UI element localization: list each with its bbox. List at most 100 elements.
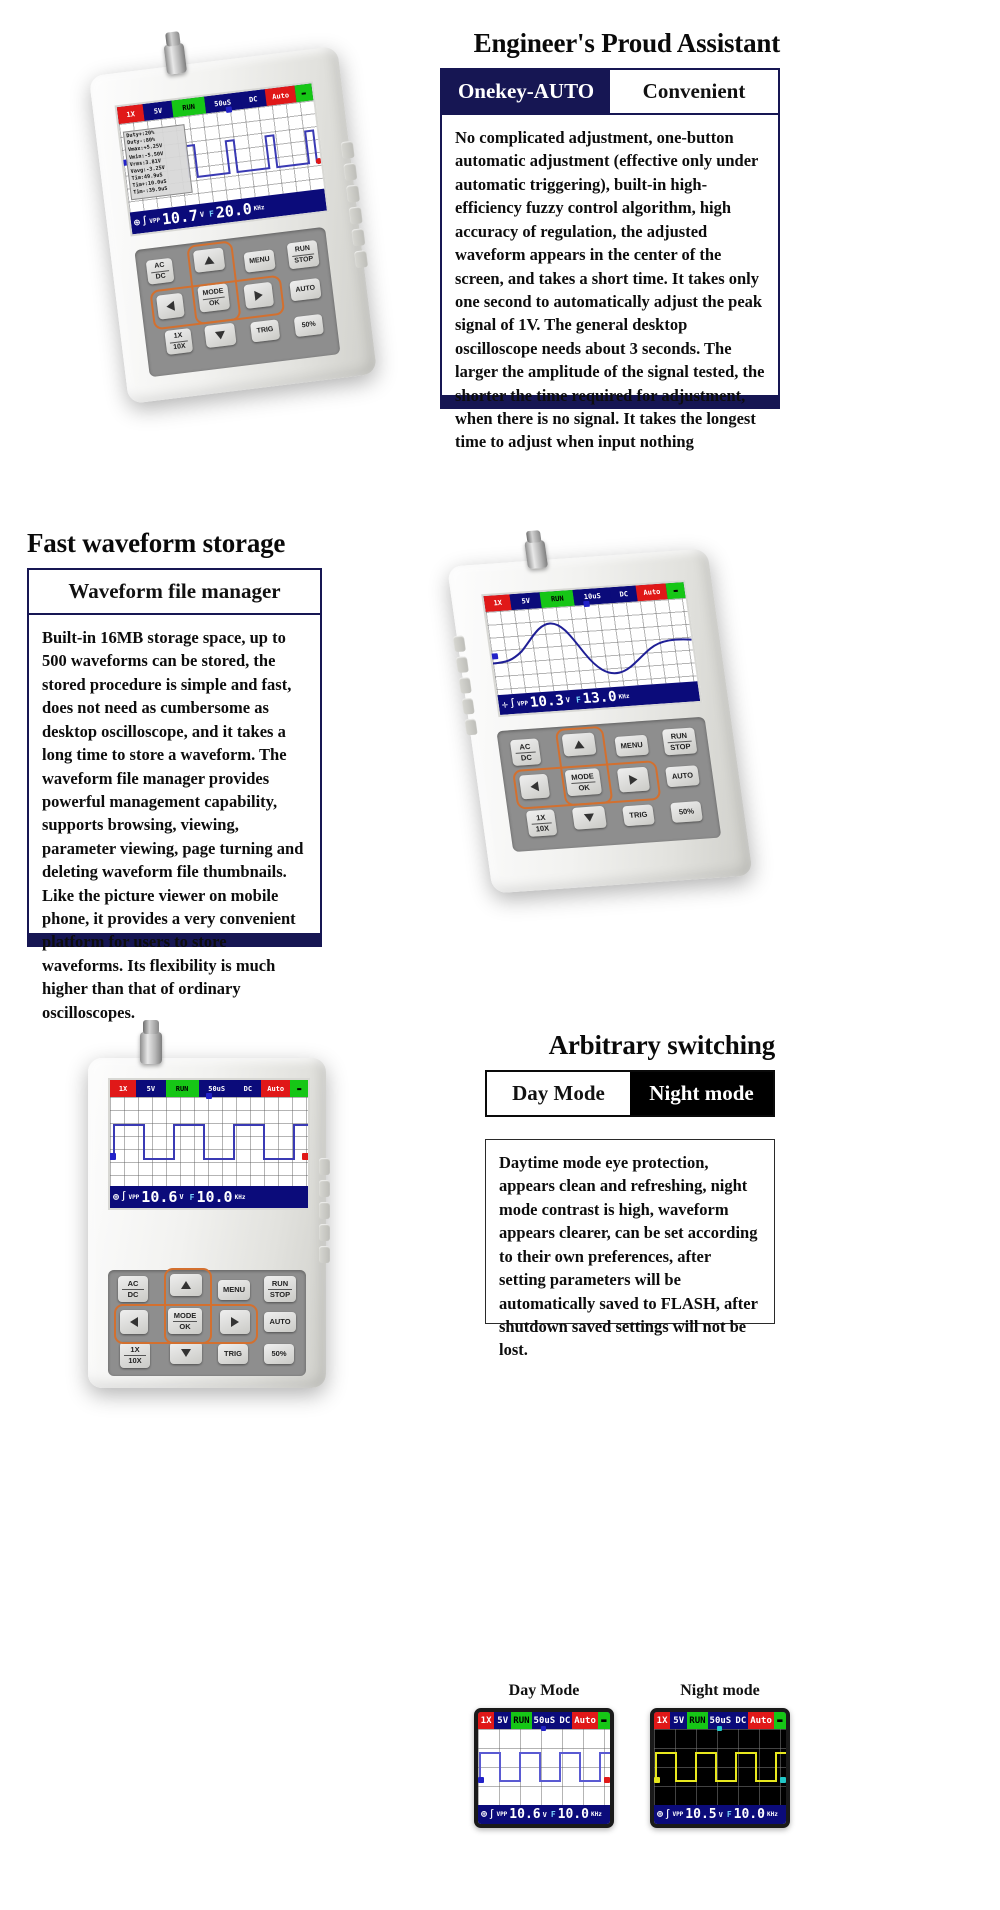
waveform-trace-2: [492, 622, 692, 675]
status-trigger-3: Auto: [260, 1080, 291, 1097]
bnc-connector-2: [524, 539, 549, 570]
keypad-2: AC DC MENU RUN STOP MODE OK AUTO 1X 10X …: [496, 716, 722, 853]
key-mode-label: MODE: [173, 1310, 197, 1320]
key-1x-10x-1[interactable]: 1X 10X: [164, 327, 194, 355]
key-up-2[interactable]: [561, 732, 597, 757]
oscilloscope-device-3: 1X 5V RUN 50uS DC Auto ▬ ⊕ ∫ VPP 10.6 V …: [88, 1020, 330, 1388]
key-ac-dc-3[interactable]: AC DC: [118, 1276, 148, 1302]
bnc-tip-2: [525, 530, 542, 544]
key-50-percent-2[interactable]: 50%: [670, 800, 703, 823]
thumb-label-day: Day Mode: [508, 1682, 580, 1699]
key-mode-ok-2[interactable]: MODE OK: [564, 768, 603, 797]
thumb-trigger-marker-night: [717, 1726, 722, 1731]
key-menu-3[interactable]: MENU: [218, 1280, 250, 1300]
section-onekey-auto: Engineer's Proud Assistant Onekey-AUTO C…: [440, 28, 781, 451]
key-up-3[interactable]: [170, 1274, 202, 1296]
thumb-status-run-day: RUN: [511, 1712, 532, 1729]
key-mode-ok-3[interactable]: MODE OK: [168, 1308, 202, 1334]
trigger-marker-1: [225, 106, 233, 113]
thumb-freq-value-night: 10.0: [733, 1807, 765, 1822]
key-run-stop-2[interactable]: RUN STOP: [661, 727, 698, 756]
key-auto-3[interactable]: AUTO: [264, 1312, 296, 1332]
key-ac-label: AC: [518, 741, 531, 752]
tab-night-mode[interactable]: Night mode: [630, 1072, 773, 1115]
key-1x-label: 1X: [173, 332, 183, 341]
key-10x-label: 10X: [128, 1355, 142, 1365]
key-trig-3[interactable]: TRIG: [218, 1344, 248, 1364]
key-ac-dc-2[interactable]: AC DC: [509, 738, 542, 767]
key-right-2[interactable]: [616, 766, 651, 793]
tab-waveform-file-manager[interactable]: Waveform file manager: [29, 570, 320, 613]
thumb-vpp-label-night: VPP: [672, 1811, 684, 1818]
tab-convenient[interactable]: Convenient: [610, 70, 778, 113]
position-icon-1: ⊕: [133, 216, 141, 229]
freq-unit-1: KHz: [253, 203, 265, 212]
key-1x-label: 1X: [535, 812, 547, 823]
key-ac-dc-1[interactable]: AC DC: [145, 257, 175, 285]
key-right-3[interactable]: [220, 1310, 250, 1334]
thumb-vpp-label-day: VPP: [496, 1811, 508, 1818]
body-text-storage: Built-in 16MB storage space, up to 500 w…: [27, 615, 322, 1022]
key-stop-label: STOP: [669, 741, 692, 752]
thumb-trigger-marker-day: [541, 1726, 546, 1731]
thumb-level-marker-night: [780, 1777, 786, 1783]
key-dc-label: DC: [127, 1289, 139, 1299]
section-waveform-storage: Fast waveform storage Waveform file mana…: [27, 528, 322, 1022]
body-text-switching: Daytime mode eye protection, appears cle…: [485, 1139, 775, 1359]
key-down-2[interactable]: [571, 805, 607, 830]
key-left-3[interactable]: [120, 1310, 148, 1334]
section-title-auto: Engineer's Proud Assistant: [473, 28, 781, 58]
key-50-percent-3[interactable]: 50%: [264, 1344, 294, 1364]
thumb-status-coupling-night: DC: [733, 1712, 749, 1729]
key-down-1[interactable]: [204, 322, 237, 349]
thumb-status-volts-night: 5V: [670, 1712, 688, 1729]
waveform-area-3: [110, 1093, 308, 1186]
key-10x-label: 10X: [535, 823, 550, 833]
section-title-storage: Fast waveform storage: [27, 528, 286, 558]
bnc-tip-1: [165, 31, 181, 47]
key-menu-2[interactable]: MENU: [614, 734, 650, 757]
key-trig-1[interactable]: TRIG: [250, 319, 281, 343]
measurement-panel-1: Duty+:20% Duty-:80% Vmax:+5.25V Vmin:-5.…: [122, 124, 193, 200]
key-run-stop-1[interactable]: RUN STOP: [286, 239, 320, 270]
lcd-screen-1: 1X 5V RUN 50uS DC Auto ▬ Duty+:20% Duty-…: [114, 81, 330, 237]
key-dc-label: DC: [155, 272, 167, 281]
section-arbitrary-switching: Arbitrary switching Day Mode Night mode …: [485, 1030, 775, 1359]
thumb-freq-unit-night: KHz: [766, 1811, 778, 1818]
key-stop-label: STOP: [293, 255, 314, 265]
vpp-label-1: VPP: [148, 216, 161, 225]
key-left-2[interactable]: [518, 773, 551, 800]
key-50-percent-1[interactable]: 50%: [293, 313, 324, 338]
key-stop-label: STOP: [269, 1289, 291, 1299]
status-coupling-2: DC: [609, 585, 639, 604]
key-down-3[interactable]: [170, 1342, 202, 1364]
spacer-switching: [485, 1117, 775, 1139]
thumb-waveform-trace-day: [479, 1752, 610, 1782]
key-1x-10x-3[interactable]: 1X 10X: [120, 1342, 150, 1368]
readout-bar-3: ⊕ ∫ VPP 10.6 V F 10.0 KHz: [110, 1186, 308, 1208]
key-left-1[interactable]: [156, 292, 185, 320]
bnc-connector-1: [163, 42, 188, 75]
tab-day-mode[interactable]: Day Mode: [487, 1072, 630, 1115]
trigger-marker-3: [206, 1093, 212, 1099]
key-mode-ok-1[interactable]: MODE OK: [197, 283, 231, 313]
wave-icon-3: ∫: [121, 1192, 127, 1202]
key-ac-label: AC: [127, 1278, 139, 1288]
key-up-1[interactable]: [192, 247, 226, 273]
freq-label-3: F: [189, 1192, 195, 1202]
key-1x-10x-2[interactable]: 1X 10X: [525, 809, 558, 837]
thumb-screen-night: 1X 5V RUN 50uS DC Auto ▬ ⊕ ∫ VPP 10.5 V …: [650, 1708, 790, 1828]
position-icon-3: ⊕: [113, 1191, 120, 1203]
key-right-1[interactable]: [243, 281, 275, 310]
key-trig-2[interactable]: TRIG: [622, 804, 655, 827]
vpp-label-2: VPP: [516, 699, 529, 708]
key-menu-1[interactable]: MENU: [243, 249, 276, 273]
key-ok-label: OK: [179, 1321, 191, 1331]
key-auto-2[interactable]: AUTO: [665, 765, 700, 788]
tabbar-auto: Onekey-AUTO Convenient: [440, 68, 780, 115]
key-run-stop-3[interactable]: RUN STOP: [264, 1276, 296, 1302]
thumb-status-trigger-night: Auto: [748, 1712, 774, 1729]
key-auto-1[interactable]: AUTO: [289, 277, 322, 302]
tab-onekey-auto[interactable]: Onekey-AUTO: [442, 70, 610, 113]
key-1x-label: 1X: [130, 1344, 140, 1354]
